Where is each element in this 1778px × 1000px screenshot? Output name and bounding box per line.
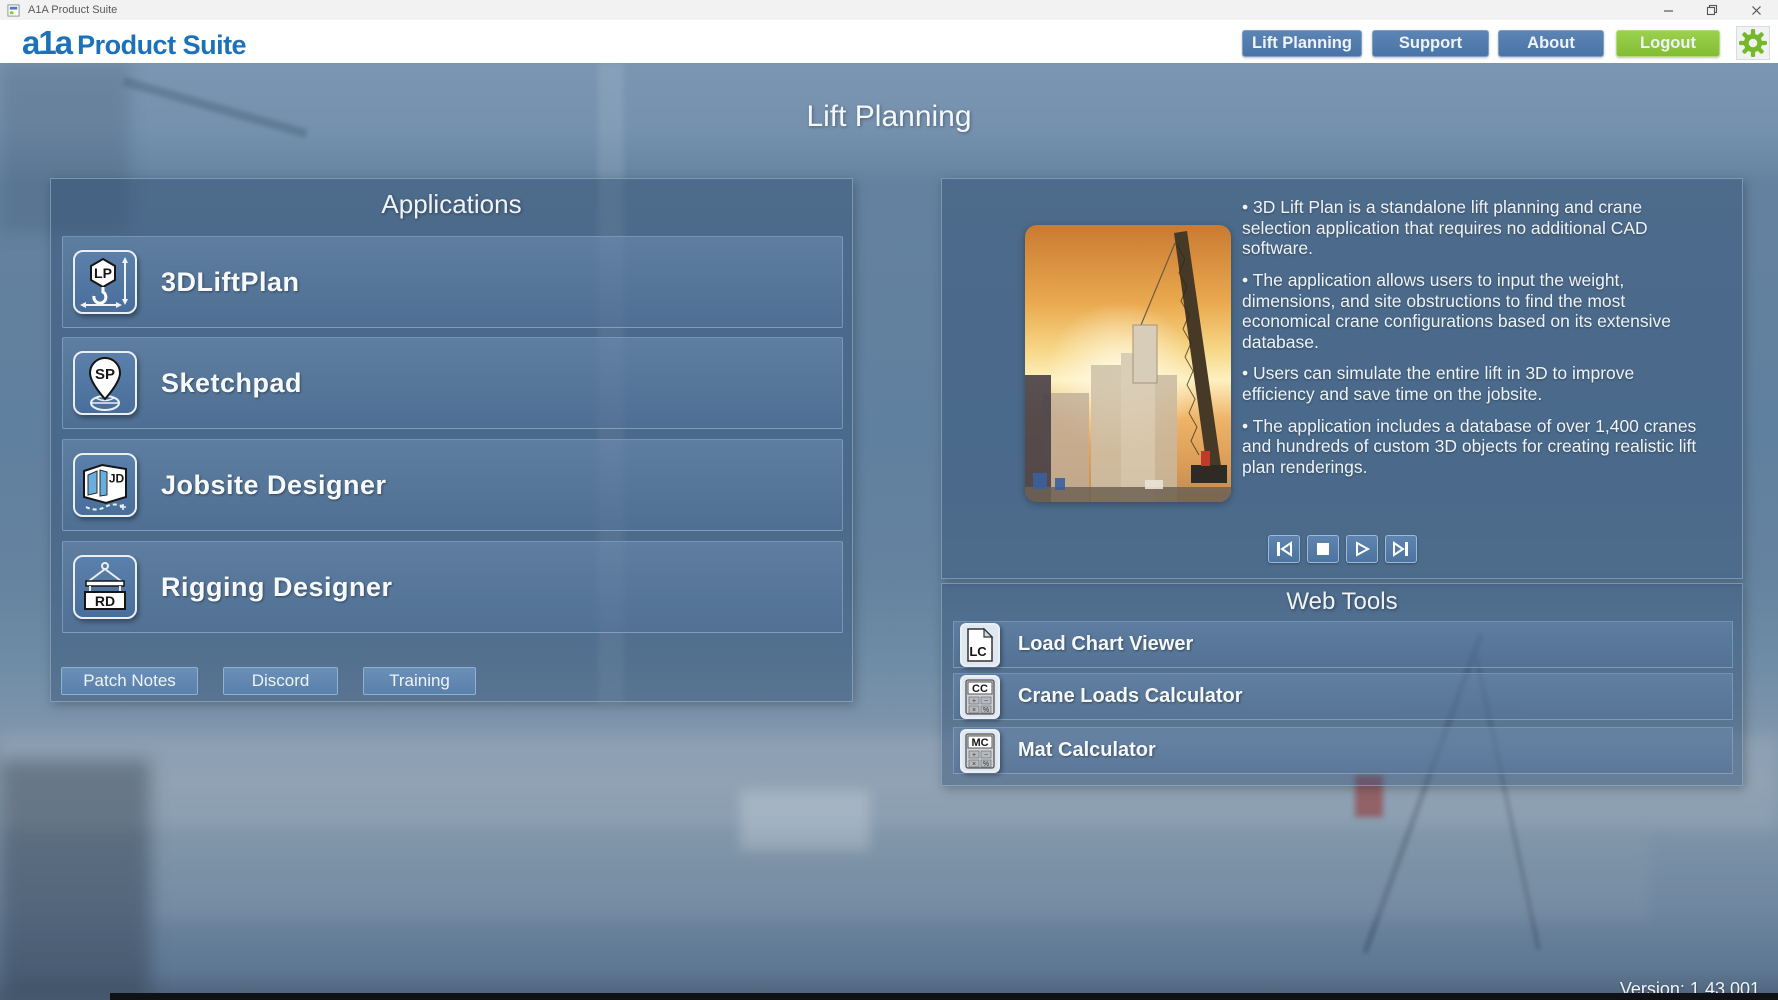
applications-panel: Applications LP 3DLiftPlan xyxy=(50,178,853,702)
calc-key: + xyxy=(972,752,976,759)
close-icon xyxy=(1751,5,1762,16)
applications-title: Applications xyxy=(51,189,852,220)
bullet-item: • The application includes a database of… xyxy=(1242,416,1710,478)
restore-button[interactable] xyxy=(1690,0,1734,20)
3dliftplan-icon: LP xyxy=(73,250,137,314)
page-title: Lift Planning xyxy=(0,100,1778,134)
app-item-jobsite-designer[interactable]: JD Jobsite Designer xyxy=(62,439,843,531)
app-item-label: 3DLiftPlan xyxy=(161,267,300,298)
window-title: A1A Product Suite xyxy=(28,4,117,16)
bg-shape xyxy=(740,790,870,850)
app-item-label: Rigging Designer xyxy=(161,572,393,603)
bottom-bar xyxy=(110,993,1778,1000)
calc-key: − xyxy=(984,698,988,705)
tool-label: Mat Calculator xyxy=(1018,739,1156,762)
tool-mat-calculator[interactable]: MC + − × % Mat Calculator xyxy=(953,727,1733,774)
lift-plan-rendering-image xyxy=(1025,225,1231,502)
play-button[interactable] xyxy=(1346,535,1378,563)
a1a-logo: a1aProduct Suite xyxy=(22,24,246,62)
training-button[interactable]: Training xyxy=(363,667,476,695)
patch-notes-button[interactable]: Patch Notes xyxy=(61,667,198,695)
app-icon xyxy=(7,4,20,17)
minimize-icon xyxy=(1663,5,1674,16)
icon-letters: SP xyxy=(95,366,115,383)
skip-to-end-icon xyxy=(1390,540,1412,558)
logout-button[interactable]: Logout xyxy=(1616,30,1720,57)
slideshow-controls xyxy=(942,535,1742,563)
minimize-button[interactable] xyxy=(1646,0,1690,20)
icon-letters: RD xyxy=(95,593,115,609)
skip-to-end-button[interactable] xyxy=(1385,535,1417,563)
icon-letters: MC xyxy=(971,737,988,749)
tool-load-chart-viewer[interactable]: LC Load Chart Viewer xyxy=(953,621,1733,668)
os-titlebar: A1A Product Suite xyxy=(0,0,1778,20)
tool-crane-loads-calculator[interactable]: CC + − × % Crane Loads Calculator xyxy=(953,673,1733,720)
restore-icon xyxy=(1706,4,1718,16)
nav-lift-planning-button[interactable]: Lift Planning xyxy=(1242,30,1362,57)
calc-key: × xyxy=(972,707,976,714)
nav-about-button[interactable]: About xyxy=(1498,30,1604,57)
tool-label: Crane Loads Calculator xyxy=(1018,685,1243,708)
crane-loads-calculator-icon: CC + − × % xyxy=(960,675,1000,719)
play-icon xyxy=(1351,540,1373,558)
bullet-item: • Users can simulate the entire lift in … xyxy=(1242,363,1710,404)
rigging-designer-icon: RD xyxy=(73,555,137,619)
app-item-3dliftplan[interactable]: LP 3DLiftPlan xyxy=(62,236,843,328)
gear-icon xyxy=(1739,29,1767,57)
stop-icon xyxy=(1312,540,1334,558)
load-chart-viewer-icon: LC xyxy=(960,623,1000,667)
nav-support-button[interactable]: Support xyxy=(1372,30,1489,57)
window-controls xyxy=(1646,0,1778,20)
discord-button[interactable]: Discord xyxy=(223,667,338,695)
calc-key: % xyxy=(983,761,989,768)
settings-button[interactable] xyxy=(1736,26,1770,60)
icon-letters: CC xyxy=(972,683,988,695)
icon-letters: LP xyxy=(94,265,112,281)
calc-key: % xyxy=(983,707,989,714)
logo-mark: a1a xyxy=(22,24,71,61)
web-tools-title: Web Tools xyxy=(942,588,1742,616)
calc-key: × xyxy=(972,761,976,768)
logo-text: Product Suite xyxy=(77,30,246,60)
app-item-label: Jobsite Designer xyxy=(161,470,387,501)
mat-calculator-icon: MC + − × % xyxy=(960,729,1000,773)
close-button[interactable] xyxy=(1734,0,1778,20)
app-header: a1aProduct Suite Lift Planning Support A… xyxy=(0,20,1778,63)
info-panel: • 3D Lift Plan is a standalone lift plan… xyxy=(941,178,1743,579)
bullet-item: • 3D Lift Plan is a standalone lift plan… xyxy=(1242,197,1710,259)
skip-to-start-icon xyxy=(1273,540,1295,558)
feature-bullets: • 3D Lift Plan is a standalone lift plan… xyxy=(1242,197,1710,489)
a1a-product-suite-window: A1A Product Suite a1aProduct Suite xyxy=(0,0,1778,1000)
bg-shape xyxy=(150,830,1650,920)
sketchpad-icon: SP xyxy=(73,351,137,415)
bullet-item: • The application allows users to input … xyxy=(1242,270,1710,353)
icon-letters: JD xyxy=(109,472,125,486)
icon-letters: LC xyxy=(969,644,987,659)
app-item-label: Sketchpad xyxy=(161,368,302,399)
stop-button[interactable] xyxy=(1307,535,1339,563)
tool-label: Load Chart Viewer xyxy=(1018,633,1193,656)
app-item-sketchpad[interactable]: SP Sketchpad xyxy=(62,337,843,429)
web-tools-panel: Web Tools LC Load Chart Viewer CC xyxy=(941,583,1743,786)
bg-shape xyxy=(0,760,150,1000)
skip-to-start-button[interactable] xyxy=(1268,535,1300,563)
jobsite-designer-icon: JD xyxy=(73,453,137,517)
calc-key: − xyxy=(984,752,988,759)
app-item-rigging-designer[interactable]: RD Rigging Designer xyxy=(62,541,843,633)
calc-key: + xyxy=(972,698,976,705)
